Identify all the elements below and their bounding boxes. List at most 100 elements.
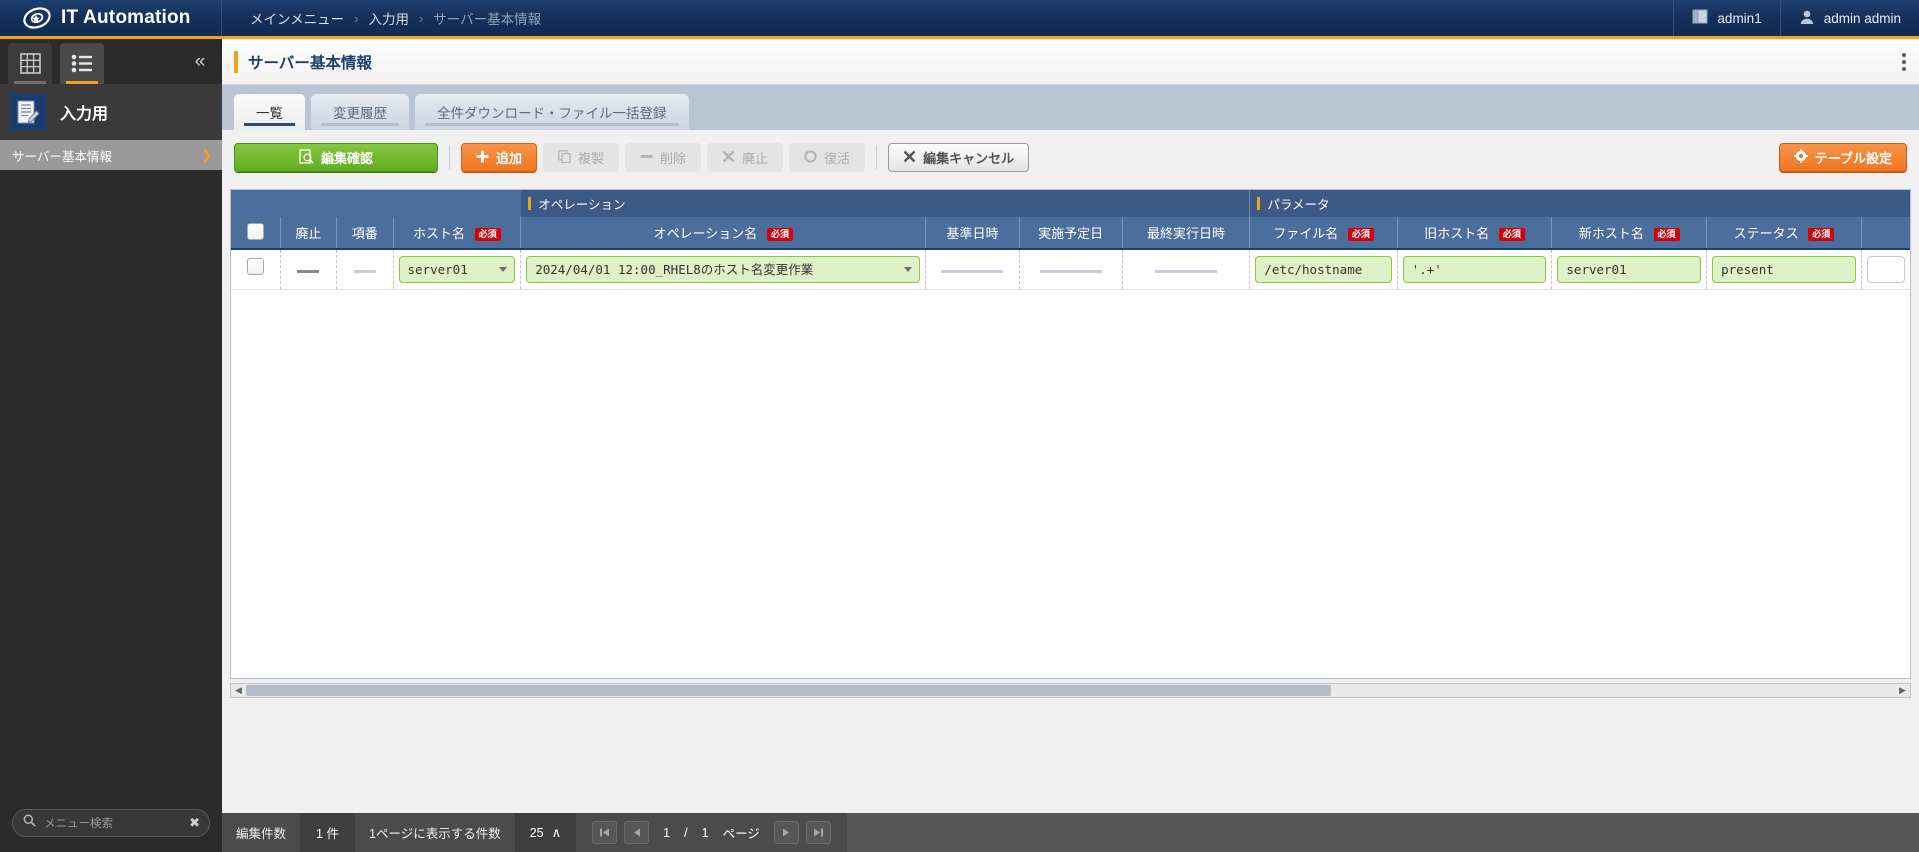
next-page-button[interactable]: [773, 821, 799, 844]
delete-row-button[interactable]: 削除: [625, 143, 702, 172]
host-name-select[interactable]: server01: [398, 255, 516, 283]
cell-new-host-name[interactable]: server01: [1551, 249, 1708, 290]
delete-row-label: 削除: [660, 151, 687, 166]
header-label: 実施予定日: [1038, 226, 1104, 241]
discard-row-button[interactable]: 廃止: [707, 143, 784, 172]
tab-underline: [425, 123, 679, 126]
header-seq[interactable]: 項番: [336, 217, 394, 250]
sidebar-tab-grid-view[interactable]: [8, 43, 52, 84]
header-discard[interactable]: 廃止: [280, 217, 338, 250]
add-row-button[interactable]: 追加: [461, 143, 538, 172]
cancel-edit-button[interactable]: 編集キャンセル: [888, 143, 1030, 172]
tab-label: 変更履歴: [333, 106, 387, 121]
sidebar-collapse-button[interactable]: «: [178, 39, 222, 84]
required-badge: 必須: [474, 228, 501, 242]
per-page-selector[interactable]: 25 ∧: [515, 813, 577, 852]
restore-row-button[interactable]: 復活: [789, 143, 866, 172]
sidebar-item-label: サーバー基本情報: [12, 149, 112, 164]
chevron-down-icon: [904, 266, 913, 272]
required-badge: 必須: [766, 228, 793, 242]
page-options-menu-icon[interactable]: [1902, 52, 1906, 71]
discard-row-label: 廃止: [742, 151, 769, 166]
header-base-datetime[interactable]: 基準日時: [925, 217, 1020, 250]
main-content: サーバー基本情報 一覧 変更履歴 全件ダウンロード・ファイル一括登録 編集確認 …: [222, 36, 1919, 852]
page-title: サーバー基本情報: [248, 54, 372, 72]
document-search-icon: [299, 148, 314, 167]
sidebar-item-server-basic-info[interactable]: サーバー基本情報 ❯: [0, 140, 222, 170]
top-bar: IT Automation メインメニュー › 入力用 › サーバー基本情報 a…: [0, 0, 1919, 36]
sidebar: « 入力用 サーバー基本情報 ❯ メニュー検索 ✖: [0, 36, 222, 852]
operation-name-select[interactable]: 2024/04/01 12:00_RHEL8のホスト名変更作業: [526, 255, 921, 283]
header-host-name[interactable]: ホスト名 必須: [393, 217, 522, 250]
required-badge: 必須: [1808, 228, 1835, 242]
toolbar: 編集確認 追加 複製 削除 廃止 復活 編集キャンセル テーブル設定: [222, 130, 1919, 185]
menu-search-input[interactable]: メニュー検索 ✖: [12, 809, 210, 837]
table-header-row: 廃止 項番 ホスト名 必須 オペレーション名 必須 基準日時 実施予定日 最終実…: [231, 217, 1910, 250]
header-select-all[interactable]: [231, 217, 281, 250]
scroll-thumb[interactable]: [246, 685, 1331, 696]
cell-old-host-name[interactable]: '.+': [1397, 249, 1553, 290]
cell-operation-name[interactable]: 2024/04/01 12:00_RHEL8のホスト名変更作業: [520, 249, 927, 290]
last-page-button[interactable]: [805, 821, 831, 844]
duplicate-row-button[interactable]: 複製: [543, 143, 620, 172]
breadcrumb-item-input[interactable]: 入力用: [358, 8, 419, 28]
header-file-name[interactable]: ファイル名 必須: [1249, 217, 1398, 250]
empty-dash-icon: [941, 270, 1004, 274]
empty-dash-icon: [1039, 270, 1102, 274]
overflow-input[interactable]: [1866, 255, 1905, 283]
tab-underline: [14, 81, 46, 84]
first-page-button[interactable]: [592, 821, 618, 844]
cell-file-name[interactable]: /etc/hostname: [1249, 249, 1398, 290]
select-all-checkbox[interactable]: [246, 222, 264, 240]
workspace-label: admin1: [1717, 10, 1762, 26]
close-x-icon: [722, 150, 735, 166]
tab-change-history[interactable]: 変更履歴: [311, 94, 409, 130]
old-host-name-input[interactable]: '.+': [1402, 255, 1547, 283]
row-checkbox[interactable]: [246, 258, 264, 276]
header-label: 廃止: [295, 226, 322, 241]
scroll-track[interactable]: [246, 684, 1895, 697]
workspace-selector[interactable]: admin1: [1673, 0, 1779, 36]
app-logo-icon: [22, 5, 52, 31]
header-scheduled-date[interactable]: 実施予定日: [1019, 217, 1123, 250]
copy-icon: [558, 149, 571, 166]
sidebar-menu-title: 入力用: [60, 106, 109, 123]
tab-bulk-download-upload[interactable]: 全件ダウンロード・ファイル一括登録: [415, 94, 689, 130]
search-icon: [23, 814, 36, 832]
new-host-name-input[interactable]: server01: [1557, 255, 1702, 283]
cell-status[interactable]: present: [1706, 249, 1862, 290]
cell-host-name[interactable]: server01: [393, 249, 522, 290]
scroll-right-icon[interactable]: ▶: [1895, 685, 1910, 696]
confirm-edit-button[interactable]: 編集確認: [234, 143, 438, 172]
brand[interactable]: IT Automation: [0, 0, 222, 36]
cell-seq: [336, 249, 394, 290]
cell-overflow[interactable]: [1861, 249, 1910, 290]
required-badge: 必須: [1347, 228, 1374, 242]
breadcrumb-item-main-menu[interactable]: メインメニュー: [240, 8, 354, 28]
empty-dash-icon: [297, 270, 320, 274]
horizontal-scrollbar[interactable]: ◀ ▶: [230, 683, 1911, 698]
sidebar-tab-list-view[interactable]: [60, 43, 104, 84]
header-label: 項番: [351, 226, 378, 241]
clear-search-icon[interactable]: ✖: [189, 815, 200, 831]
header-new-host-name[interactable]: 新ホスト名 必須: [1551, 217, 1708, 250]
status-input[interactable]: present: [1712, 255, 1856, 283]
add-row-label: 追加: [496, 151, 523, 166]
cell-row-checkbox[interactable]: [231, 249, 281, 290]
header-status[interactable]: ステータス 必須: [1706, 217, 1862, 250]
data-table-container: オペレーション パラメータ 廃止 項番 ホスト名 必須 オペレーション名 必須 …: [230, 189, 1911, 679]
close-x-icon: [903, 150, 916, 166]
prev-page-button[interactable]: [624, 821, 650, 844]
file-name-input[interactable]: /etc/hostname: [1255, 255, 1392, 283]
header-last-exec-datetime[interactable]: 最終実行日時: [1122, 217, 1251, 250]
user-menu[interactable]: admin admin: [1779, 0, 1919, 36]
header-old-host-name[interactable]: 旧ホスト名 必須: [1397, 217, 1553, 250]
page-total: 1: [701, 825, 709, 840]
tab-list[interactable]: 一覧: [234, 94, 305, 130]
header-operation-name[interactable]: オペレーション名 必須: [520, 217, 927, 250]
grid-icon: [19, 53, 41, 74]
brand-title: IT Automation: [61, 7, 191, 28]
list-icon: [71, 54, 92, 73]
scroll-left-icon[interactable]: ◀: [231, 685, 246, 696]
table-settings-button[interactable]: テーブル設定: [1778, 143, 1907, 172]
